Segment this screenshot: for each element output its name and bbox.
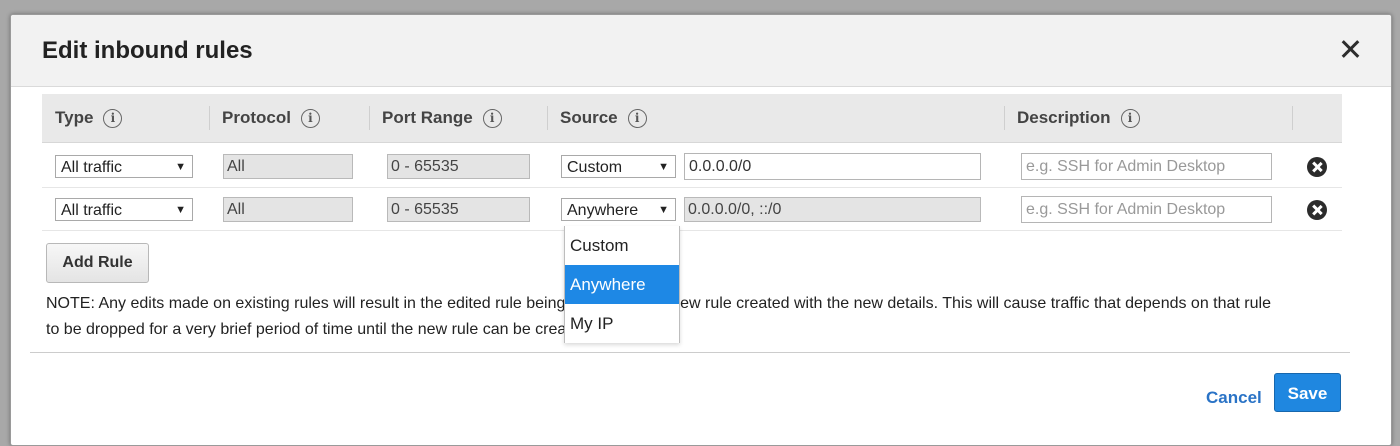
- source-cidr-input[interactable]: 0.0.0.0/0: [684, 153, 981, 180]
- type-select-value: All traffic: [61, 202, 123, 219]
- info-icon[interactable]: i: [482, 109, 502, 128]
- column-label-source: Source: [560, 108, 618, 127]
- source-type-select-value: Custom: [567, 159, 623, 176]
- dropdown-option-anywhere[interactable]: Anywhere: [565, 265, 679, 304]
- dropdown-option-my-ip[interactable]: My IP: [565, 304, 679, 343]
- dialog-header: Edit inbound rules: [11, 15, 1391, 87]
- rules-table-header: Type i Protocol i Port Range i Source i Desc…: [42, 94, 1342, 143]
- dropdown-option-custom[interactable]: Custom: [565, 226, 679, 265]
- type-select-value: All traffic: [61, 159, 123, 176]
- rule-row: All traffic ▼ All 0 - 65535 Custom ▼ 0.0…: [42, 145, 1342, 188]
- column-header-source: Source i: [560, 108, 647, 128]
- rule-row: All traffic ▼ All 0 - 65535 Anywhere ▼ 0…: [42, 188, 1342, 231]
- column-header-description: Description i: [1017, 108, 1140, 128]
- column-divider: [547, 106, 548, 130]
- column-divider: [369, 106, 370, 130]
- column-divider: [209, 106, 210, 130]
- description-input[interactable]: e.g. SSH for Admin Desktop: [1021, 153, 1272, 180]
- save-button[interactable]: Save: [1274, 373, 1341, 412]
- protocol-field: All: [223, 197, 353, 222]
- type-select[interactable]: All traffic ▼: [55, 155, 193, 178]
- column-header-protocol: Protocol i: [222, 108, 320, 128]
- chevron-down-icon: ▼: [175, 204, 186, 216]
- info-icon[interactable]: i: [1120, 109, 1140, 128]
- column-divider: [1292, 106, 1293, 130]
- column-header-port-range: Port Range i: [382, 108, 502, 128]
- description-input[interactable]: e.g. SSH for Admin Desktop: [1021, 196, 1272, 223]
- column-label-type: Type: [55, 108, 94, 127]
- source-type-select-value: Anywhere: [567, 202, 639, 219]
- remove-rule-icon[interactable]: [1307, 157, 1327, 177]
- close-icon[interactable]: [1338, 37, 1362, 61]
- source-type-select[interactable]: Anywhere ▼: [561, 198, 676, 221]
- column-label-description: Description: [1017, 108, 1111, 127]
- dialog-title: Edit inbound rules: [42, 37, 253, 64]
- column-label-port-range: Port Range: [382, 108, 473, 127]
- chevron-down-icon: ▼: [175, 161, 186, 173]
- column-divider: [1004, 106, 1005, 130]
- source-type-dropdown: Custom Anywhere My IP: [564, 226, 680, 343]
- info-icon[interactable]: i: [627, 109, 647, 128]
- info-icon[interactable]: i: [300, 109, 320, 128]
- add-rule-button[interactable]: Add Rule: [46, 243, 149, 283]
- chevron-down-icon: ▼: [658, 161, 669, 173]
- port-range-field: 0 - 65535: [387, 154, 530, 179]
- protocol-field: All: [223, 154, 353, 179]
- type-select[interactable]: All traffic ▼: [55, 198, 193, 221]
- info-icon[interactable]: i: [103, 109, 123, 128]
- cancel-button[interactable]: Cancel: [1206, 388, 1262, 408]
- remove-rule-icon[interactable]: [1307, 200, 1327, 220]
- footer-divider: [30, 352, 1350, 353]
- source-type-select[interactable]: Custom ▼: [561, 155, 676, 178]
- edit-inbound-rules-dialog: Edit inbound rules Type i Protocol i Port …: [10, 14, 1392, 446]
- chevron-down-icon: ▼: [658, 204, 669, 216]
- column-label-protocol: Protocol: [222, 108, 291, 127]
- source-cidr-field: 0.0.0.0/0, ::/0: [684, 197, 981, 222]
- column-header-type: Type i: [55, 108, 123, 128]
- port-range-field: 0 - 65535: [387, 197, 530, 222]
